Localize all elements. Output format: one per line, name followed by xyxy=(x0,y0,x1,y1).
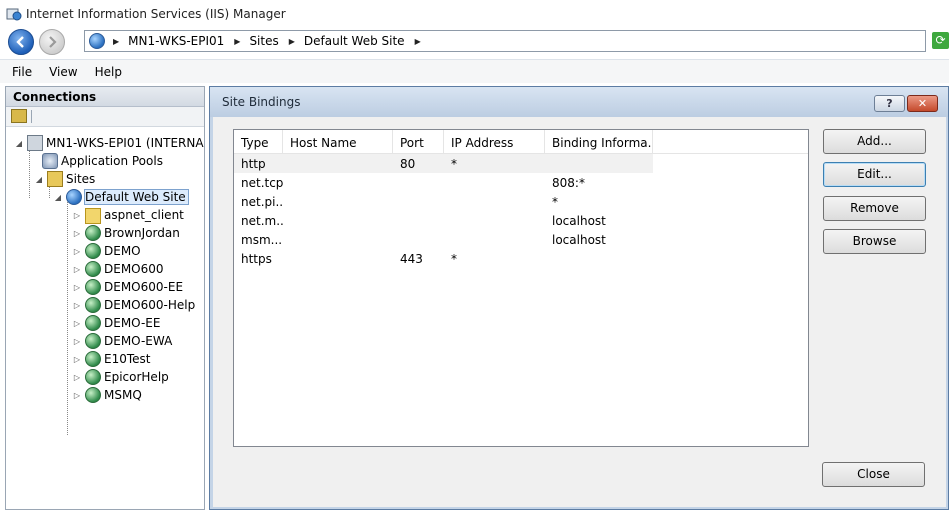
expand-arrow-icon[interactable]: ▷ xyxy=(72,391,82,400)
column-type[interactable]: Type xyxy=(234,130,283,153)
tree-item-aspnet-client[interactable]: ▷ aspnet_client xyxy=(72,206,184,224)
collapse-arrow-icon[interactable]: ◢ xyxy=(53,193,63,202)
folder-icon xyxy=(85,208,101,224)
server-icon xyxy=(27,135,43,151)
application-icon xyxy=(85,297,101,313)
tree-item-demo600[interactable]: ▷ DEMO600 xyxy=(72,260,164,278)
breadcrumb-arrow-icon: ▶ xyxy=(414,36,421,46)
menu-bar: File View Help xyxy=(0,59,949,83)
application-pools-icon xyxy=(42,153,58,169)
breadcrumb-arrow-icon: ▶ xyxy=(113,36,120,46)
remove-button[interactable]: Remove xyxy=(823,196,926,221)
site-bindings-dialog: Site Bindings ? ✕ Type Host Name Port IP… xyxy=(209,86,949,510)
expand-arrow-icon[interactable]: ▷ xyxy=(72,373,82,382)
connections-header: Connections xyxy=(6,87,204,107)
forward-arrow-icon xyxy=(49,36,57,48)
tree-item-app-pools[interactable]: Application Pools xyxy=(34,152,163,170)
menu-help[interactable]: Help xyxy=(95,65,122,79)
expand-arrow-icon[interactable]: ▷ xyxy=(72,319,82,328)
tree-item-default-web-site[interactable]: ◢ Default Web Site xyxy=(53,188,189,206)
application-icon xyxy=(85,315,101,331)
sites-icon xyxy=(47,171,63,187)
binding-row[interactable]: https 443 * xyxy=(234,249,808,268)
tree-item-demo600-ee[interactable]: ▷ DEMO600-EE xyxy=(72,278,183,296)
expand-arrow-icon[interactable]: ▷ xyxy=(72,355,82,364)
tree-item-epicorhelp[interactable]: ▷ EpicorHelp xyxy=(72,368,169,386)
connections-toolbar xyxy=(6,107,204,127)
dialog-close-icon[interactable]: ✕ xyxy=(907,95,938,112)
tree-item-e10test[interactable]: ▷ E10Test xyxy=(72,350,150,368)
expand-arrow-icon[interactable]: ▷ xyxy=(72,265,82,274)
back-arrow-icon xyxy=(16,36,24,48)
column-host-name[interactable]: Host Name xyxy=(283,130,393,153)
application-icon xyxy=(85,261,101,277)
binding-row[interactable]: http 80 * xyxy=(234,154,808,173)
expand-arrow-icon[interactable]: ▷ xyxy=(72,337,82,346)
menu-file[interactable]: File xyxy=(12,65,32,79)
website-globe-icon xyxy=(66,189,82,205)
refresh-icon[interactable]: ⟳ xyxy=(932,32,949,49)
collapse-arrow-icon[interactable]: ◢ xyxy=(34,175,44,184)
bindings-header: Type Host Name Port IP Address Binding I… xyxy=(234,130,808,154)
binding-row[interactable]: net.m... localhost xyxy=(234,211,808,230)
breadcrumb-more[interactable]: ▶ xyxy=(405,37,430,46)
iis-app-icon xyxy=(6,6,22,22)
binding-row[interactable]: net.tcp 808:* xyxy=(234,173,808,192)
breadcrumb-arrow-icon: ▶ xyxy=(234,36,241,46)
tree-item-demo[interactable]: ▷ DEMO xyxy=(72,242,141,260)
tree-item-demo-ee[interactable]: ▷ DEMO-EE xyxy=(72,314,160,332)
dialog-body: Type Host Name Port IP Address Binding I… xyxy=(213,117,946,507)
binding-row[interactable]: msm... localhost xyxy=(234,230,808,249)
tree-item-brownjordan[interactable]: ▷ BrownJordan xyxy=(72,224,180,242)
tree-item-msmq[interactable]: ▷ MSMQ xyxy=(72,386,142,404)
application-icon xyxy=(85,333,101,349)
title-bar: Internet Information Services (IIS) Mana… xyxy=(0,0,949,28)
forward-button[interactable] xyxy=(39,29,65,55)
breadcrumb-arrow-icon: ▶ xyxy=(288,36,295,46)
application-icon xyxy=(85,351,101,367)
breadcrumb-sites[interactable]: ▶ Sites xyxy=(224,34,278,48)
close-button[interactable]: Close xyxy=(822,462,925,487)
add-button[interactable]: Add... xyxy=(823,129,926,154)
bindings-list[interactable]: Type Host Name Port IP Address Binding I… xyxy=(233,129,809,447)
application-icon xyxy=(85,279,101,295)
window-title: Internet Information Services (IIS) Mana… xyxy=(26,7,286,21)
tree-item-demo-ewa[interactable]: ▷ DEMO-EWA xyxy=(72,332,172,350)
expand-arrow-icon[interactable]: ▷ xyxy=(72,229,82,238)
breadcrumb-default-site[interactable]: ▶ Default Web Site xyxy=(279,34,405,48)
expand-arrow-icon[interactable]: ▷ xyxy=(72,211,82,220)
column-port[interactable]: Port xyxy=(393,130,444,153)
navigation-bar: ▶ MN1-WKS-EPI01 ▶ Sites ▶ Default Web Site … xyxy=(0,28,949,58)
binding-row[interactable]: net.pi... * xyxy=(234,192,808,211)
globe-icon xyxy=(89,33,105,49)
application-icon xyxy=(85,225,101,241)
application-icon xyxy=(85,243,101,259)
connect-icon[interactable] xyxy=(11,109,27,123)
address-bar[interactable]: ▶ MN1-WKS-EPI01 ▶ Sites ▶ Default Web Site … xyxy=(84,30,926,52)
expand-arrow-icon[interactable]: ▷ xyxy=(72,247,82,256)
connections-pane: Connections ◢ MN1-WKS-EPI01 (INTERNAL\ A… xyxy=(5,86,205,510)
edit-button[interactable]: Edit... xyxy=(823,162,926,187)
tree-item-server[interactable]: ◢ MN1-WKS-EPI01 (INTERNAL\ xyxy=(14,134,204,152)
application-icon xyxy=(85,387,101,403)
back-button[interactable] xyxy=(8,29,34,55)
tree-item-demo600-help[interactable]: ▷ DEMO600-Help xyxy=(72,296,195,314)
browse-button[interactable]: Browse xyxy=(823,229,926,254)
breadcrumb-server[interactable]: ▶ MN1-WKS-EPI01 xyxy=(111,34,224,48)
application-icon xyxy=(85,369,101,385)
expand-arrow-icon[interactable]: ▷ xyxy=(72,283,82,292)
collapse-arrow-icon[interactable]: ◢ xyxy=(14,139,24,148)
tree-item-sites[interactable]: ◢ Sites xyxy=(34,170,95,188)
column-binding-information[interactable]: Binding Informa... xyxy=(545,130,653,153)
help-button[interactable]: ? xyxy=(874,95,905,112)
toolbar-separator xyxy=(31,110,32,123)
dialog-title: Site Bindings xyxy=(210,87,948,117)
column-ip-address[interactable]: IP Address xyxy=(444,130,545,153)
expand-arrow-icon[interactable]: ▷ xyxy=(72,301,82,310)
menu-view[interactable]: View xyxy=(49,65,77,79)
